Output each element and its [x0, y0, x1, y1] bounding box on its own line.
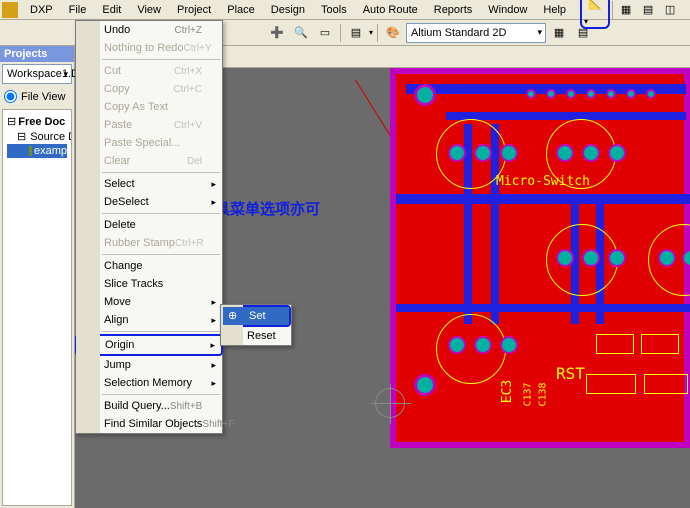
target-icon: ⊕ [228, 309, 242, 323]
origin-submenu: ⊕ Set Reset [220, 304, 292, 346]
tool-icon[interactable]: ◫ [659, 0, 681, 21]
menu-file[interactable]: File [61, 2, 95, 18]
tool-icon[interactable]: ▦ [615, 0, 637, 21]
tool-icon[interactable]: ▭ [314, 22, 336, 44]
file-view-label: File View [21, 91, 65, 103]
edit-menu-nothing-to-redo: Nothing to RedoCtrl+Y [76, 39, 222, 57]
silk-rst: RST [556, 364, 585, 383]
edit-menu-origin[interactable]: Origin [77, 336, 221, 354]
edit-menu-move[interactable]: Move [76, 293, 222, 311]
pcb-board: Micro-Switch RST EC3 C137 C138 [390, 68, 690, 448]
menu-design[interactable]: Design [263, 2, 313, 18]
submenu-reset[interactable]: Reset [221, 327, 291, 345]
origin-marker [375, 388, 405, 418]
menu-view[interactable]: View [129, 2, 169, 18]
menu-place[interactable]: Place [219, 2, 263, 18]
edit-menu-deselect[interactable]: DeSelect [76, 193, 222, 211]
silk-ec3: EC3 [500, 380, 515, 403]
edit-menu-change[interactable]: Change [76, 257, 222, 275]
tool-icon[interactable]: ▤ [637, 0, 659, 21]
chevron-down-icon[interactable]: ▾ [369, 28, 373, 37]
edit-menu-selection-memory[interactable]: Selection Memory [76, 374, 222, 392]
edit-menu-undo[interactable]: UndoCtrl+Z [76, 21, 222, 39]
silk-c137: C137 [523, 382, 534, 406]
palette-icon[interactable]: 🎨 [382, 22, 404, 44]
edit-menu-rubber-stamp: Rubber StampCtrl+R [76, 234, 222, 252]
silk-c138: C138 [538, 382, 549, 406]
layers-icon[interactable]: ▤ [345, 22, 367, 44]
tool-icon[interactable]: ▦ [548, 22, 570, 44]
workspace-dropdown[interactable]: Workspace1.Dsn [2, 64, 72, 84]
view-mode-dropdown[interactable]: Altium Standard 2D [406, 23, 546, 43]
menu-project[interactable]: Project [169, 2, 219, 18]
edit-menu-find-similar-objects[interactable]: Find Similar ObjectsShift+F [76, 415, 222, 433]
menu-auto-route[interactable]: Auto Route [355, 2, 426, 18]
tree-document[interactable]: examp [7, 144, 67, 158]
separator [340, 24, 341, 42]
view-mode-value: Altium Standard 2D [411, 27, 506, 39]
panel-title: Projects [0, 46, 74, 62]
separator [377, 24, 378, 42]
menu-dxp[interactable]: DXP [22, 2, 61, 18]
edit-menu-clear: ClearDel [76, 152, 222, 170]
menu-edit[interactable]: Edit [94, 2, 129, 18]
edit-menu-align[interactable]: Align [76, 311, 222, 329]
measure-icon[interactable]: 📐 [584, 0, 606, 15]
edit-menu-slice-tracks[interactable]: Slice Tracks [76, 275, 222, 293]
edit-menu-copy-as-text: Copy As Text [76, 98, 222, 116]
project-tree[interactable]: ⊟ Free Doc ⊟Source D examp [2, 109, 72, 506]
tool-icon[interactable]: ➕ [266, 22, 288, 44]
edit-menu-cut: CutCtrl+X [76, 62, 222, 80]
menu-window[interactable]: Window [480, 2, 535, 18]
tree-root[interactable]: ⊟ Free Doc [7, 114, 67, 129]
projects-panel: Projects Workspace1.Dsn File View ⊟ Free… [0, 46, 75, 508]
silk-text: Micro-Switch [496, 174, 590, 189]
edit-menu-paste: PasteCtrl+V [76, 116, 222, 134]
menu-reports[interactable]: Reports [426, 2, 481, 18]
edit-menu-jump[interactable]: Jump [76, 356, 222, 374]
edit-menu-delete[interactable]: Delete [76, 216, 222, 234]
tool-icon[interactable]: 🔍 [290, 22, 312, 44]
menubar: DXP File Edit View Project Place Design … [0, 0, 690, 20]
tree-folder[interactable]: ⊟Source D [7, 129, 67, 144]
edit-menu-dropdown: UndoCtrl+ZNothing to RedoCtrl+Y CutCtrl+X… [75, 20, 223, 434]
menu-help[interactable]: Help [535, 2, 574, 18]
tool-icon[interactable]: ▤ [572, 22, 594, 44]
edit-menu-build-query-[interactable]: Build Query...Shift+B [76, 397, 222, 415]
app-icon [2, 2, 18, 18]
edit-menu-paste-special-: Paste Special... [76, 134, 222, 152]
file-view-radio[interactable] [4, 90, 17, 103]
separator [612, 1, 613, 19]
doc-icon [29, 146, 32, 156]
submenu-set[interactable]: ⊕ Set [223, 307, 289, 325]
view-filter: File View [0, 86, 74, 107]
edit-menu-select[interactable]: Select [76, 175, 222, 193]
menu-tools[interactable]: Tools [313, 2, 355, 18]
edit-menu-copy: CopyCtrl+C [76, 80, 222, 98]
